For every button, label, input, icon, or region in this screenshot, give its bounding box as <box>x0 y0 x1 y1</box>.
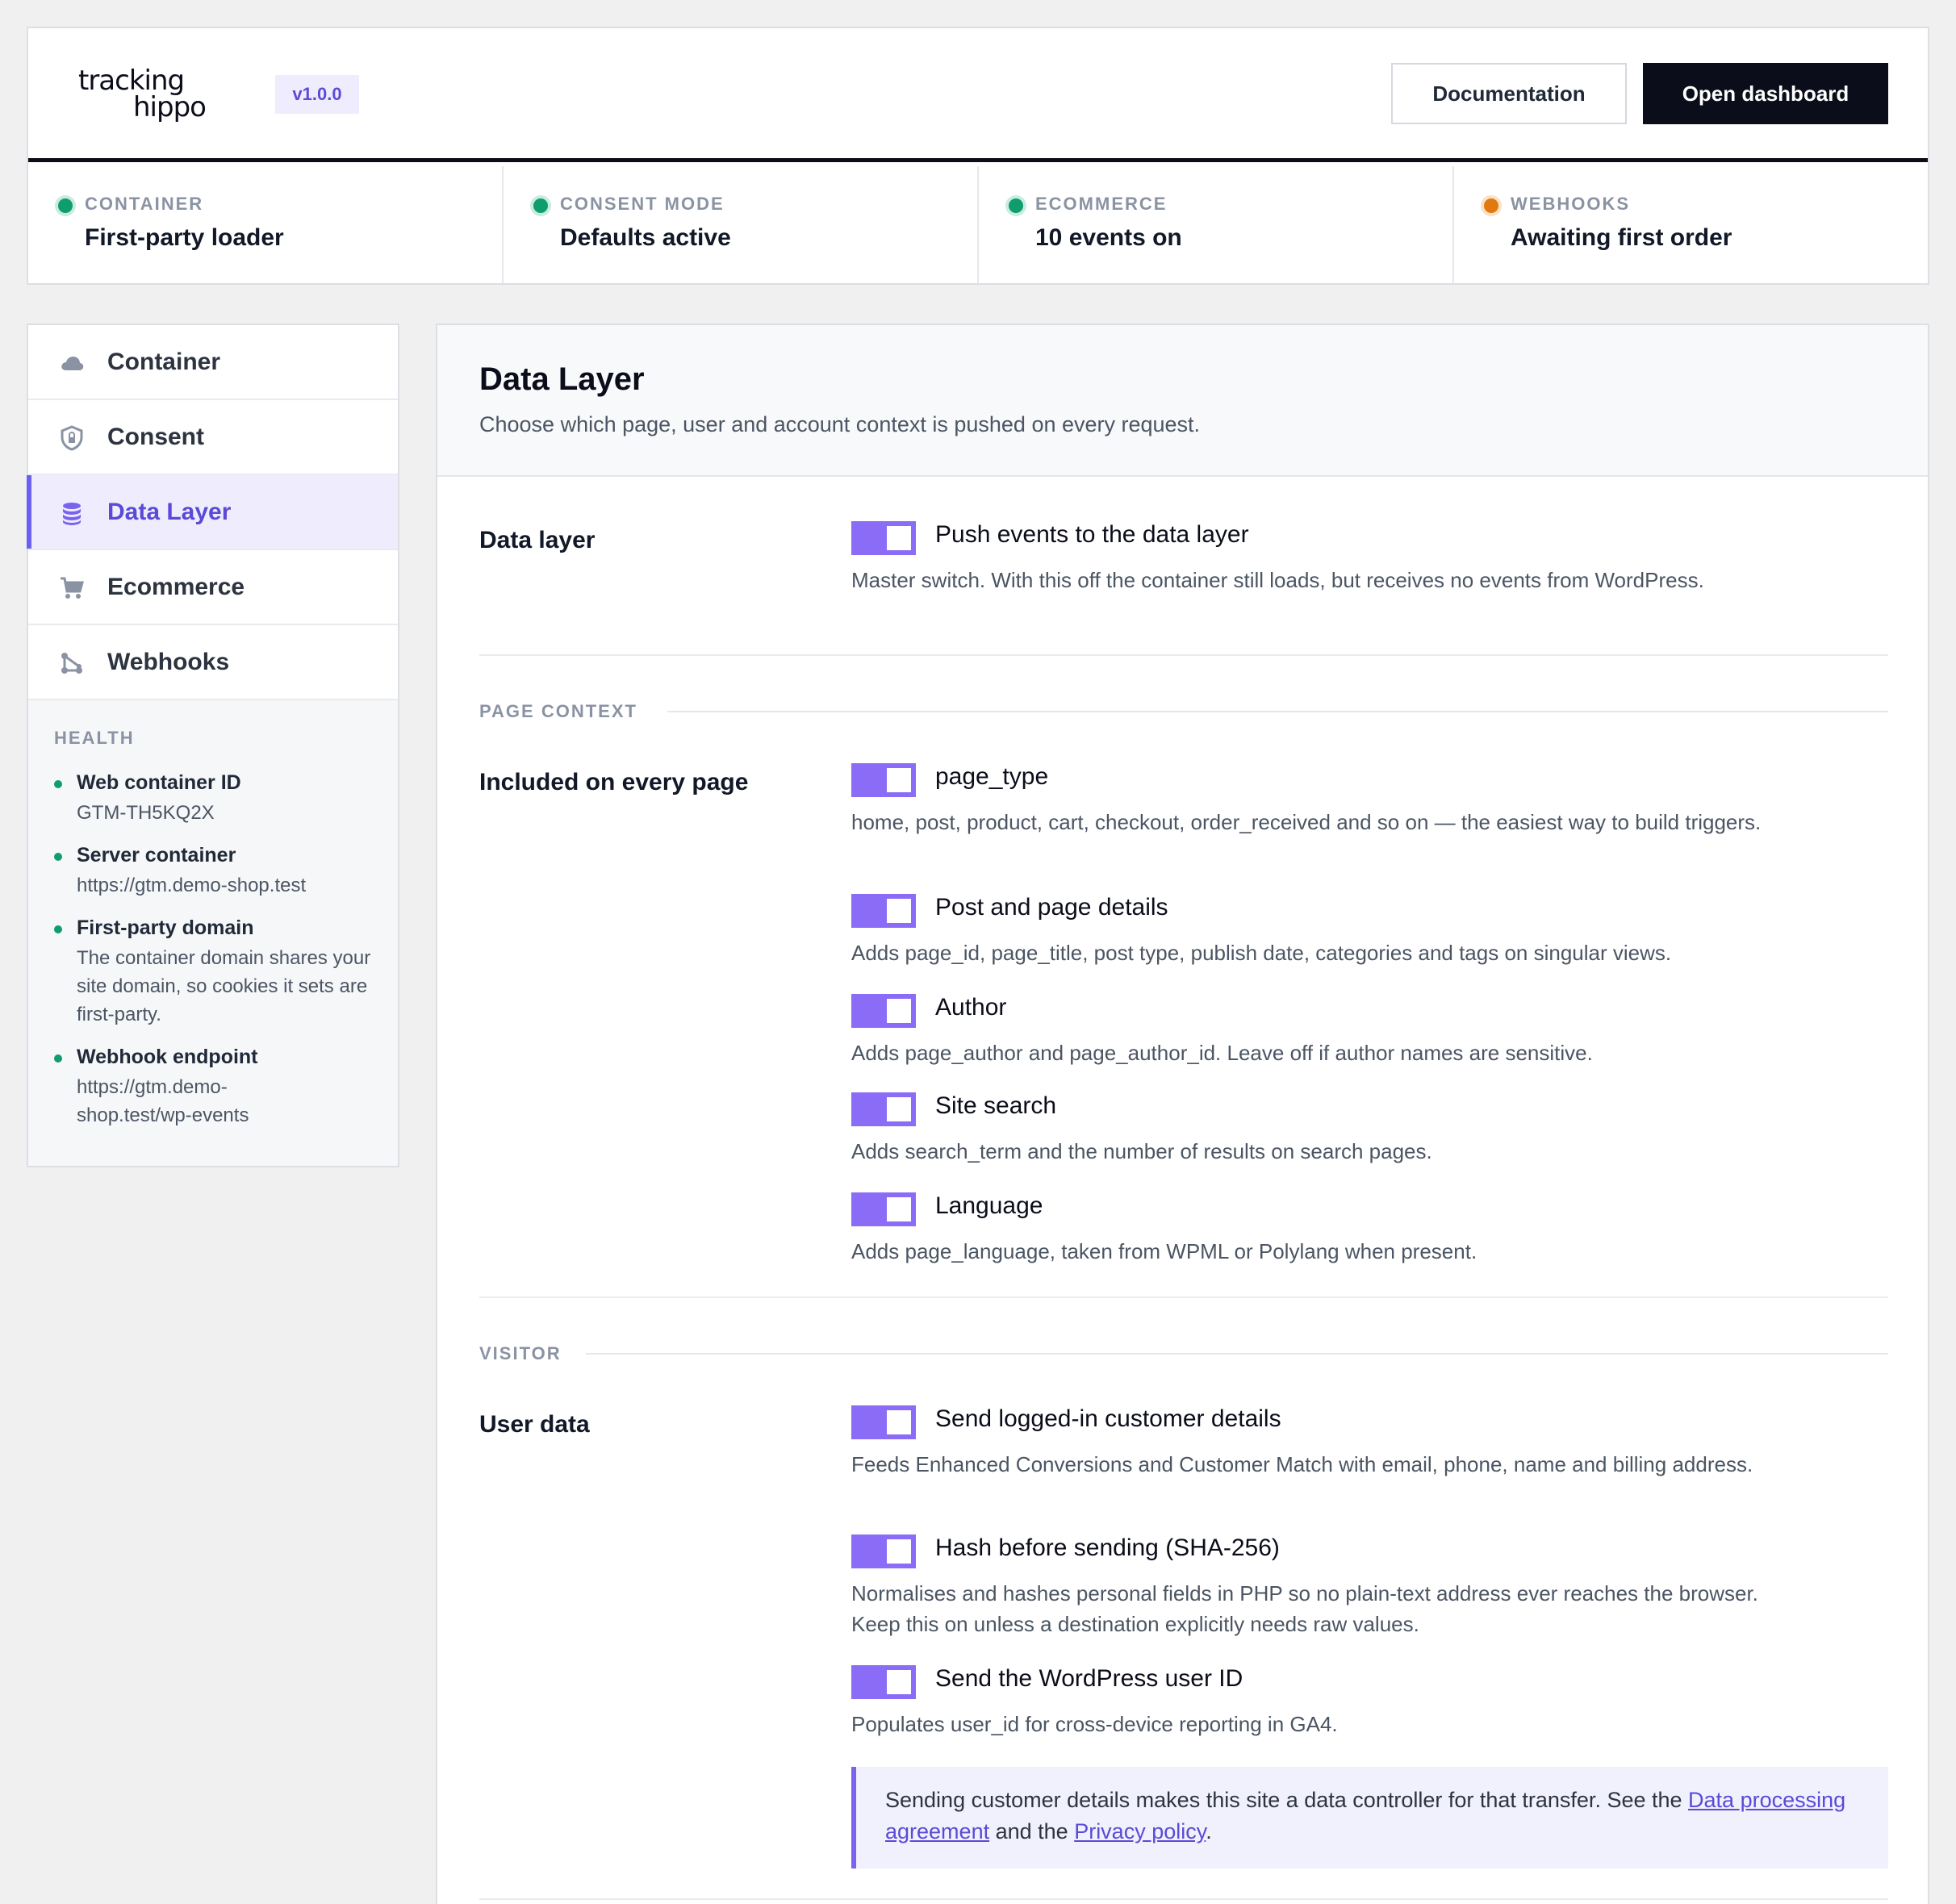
documentation-button[interactable]: Documentation <box>1391 63 1627 124</box>
status-ecommerce: ECOMMERCE 10 events on <box>979 166 1454 283</box>
site-search-toggle[interactable] <box>851 1092 916 1126</box>
wp-user-id-toggle[interactable] <box>851 1665 916 1699</box>
status-container: CONTAINER First-party loader <box>28 166 504 283</box>
webhook-icon <box>61 653 82 674</box>
status-row: CONTAINER First-party loader CONSENT MOD… <box>28 166 1928 283</box>
user-data-label: User data <box>479 1411 590 1438</box>
customer-details-toggle[interactable] <box>851 1405 916 1439</box>
status-ok-icon <box>533 198 548 213</box>
health-ok-icon <box>54 925 62 933</box>
status-pending-icon <box>1484 198 1498 213</box>
health-ok-icon <box>54 1054 62 1063</box>
page-subtitle: Choose which page, user and account cont… <box>479 412 1201 436</box>
tracking-hippo-logo[interactable]: tracking hippo <box>78 65 240 145</box>
health-ok-icon <box>54 853 62 861</box>
health-panel: HEALTH Web container ID GTM-TH5KQ2X Serv… <box>28 700 398 1166</box>
section-rule <box>667 711 1888 712</box>
sidebar-item-consent[interactable]: Consent <box>28 400 398 475</box>
section-page-context: PAGE CONTEXT <box>479 701 637 721</box>
sidebar: Container Consent Data Layer Ecommerce W… <box>27 324 399 1167</box>
divider <box>479 1898 1888 1900</box>
sidebar-item-webhooks[interactable]: Webhooks <box>28 625 398 700</box>
cart-icon <box>61 577 84 599</box>
health-title: HEALTH <box>54 728 135 748</box>
section-rule <box>586 1353 1888 1355</box>
panel-header: Data Layer Choose which page, user and a… <box>437 325 1928 477</box>
main-panel: Data Layer Choose which page, user and a… <box>436 324 1929 1904</box>
data-layer-label: Data layer <box>479 527 596 553</box>
status-consent-mode: CONSENT MODE Defaults active <box>504 166 979 283</box>
sidebar-item-container[interactable]: Container <box>28 325 398 400</box>
cloud-icon <box>61 357 84 370</box>
status-ok-icon <box>1009 198 1023 213</box>
status-webhooks: WEBHOOKS Awaiting first order <box>1454 166 1928 283</box>
page-type-toggle[interactable] <box>851 763 916 797</box>
version-badge: v1.0.0 <box>275 75 359 114</box>
status-ok-icon <box>58 198 73 213</box>
author-toggle[interactable] <box>851 994 916 1028</box>
data-controller-notice: Sending customer details makes this site… <box>851 1767 1888 1869</box>
header-card: tracking hippo v1.0.0 Documentation Open… <box>27 27 1929 285</box>
included-every-page-label: Included on every page <box>479 769 749 795</box>
privacy-policy-link[interactable]: Privacy policy <box>1074 1819 1206 1843</box>
divider <box>479 1296 1888 1298</box>
push-events-toggle[interactable] <box>851 521 916 555</box>
post-page-details-toggle[interactable] <box>851 894 916 928</box>
health-ok-icon <box>54 780 62 788</box>
hash-sha256-toggle[interactable] <box>851 1534 916 1568</box>
database-icon <box>63 503 81 525</box>
sidebar-item-data-layer[interactable]: Data Layer <box>27 475 398 550</box>
sidebar-item-ecommerce[interactable]: Ecommerce <box>28 550 398 625</box>
top-bar: tracking hippo v1.0.0 Documentation Open… <box>28 28 1928 162</box>
notice-text: Sending customer details makes this site… <box>885 1788 1846 1843</box>
open-dashboard-button[interactable]: Open dashboard <box>1643 63 1888 124</box>
divider <box>479 654 1888 656</box>
page-title: Data Layer <box>479 361 645 397</box>
language-toggle[interactable] <box>851 1192 916 1226</box>
shield-lock-icon <box>61 425 83 451</box>
section-visitor: VISITOR <box>479 1343 562 1363</box>
